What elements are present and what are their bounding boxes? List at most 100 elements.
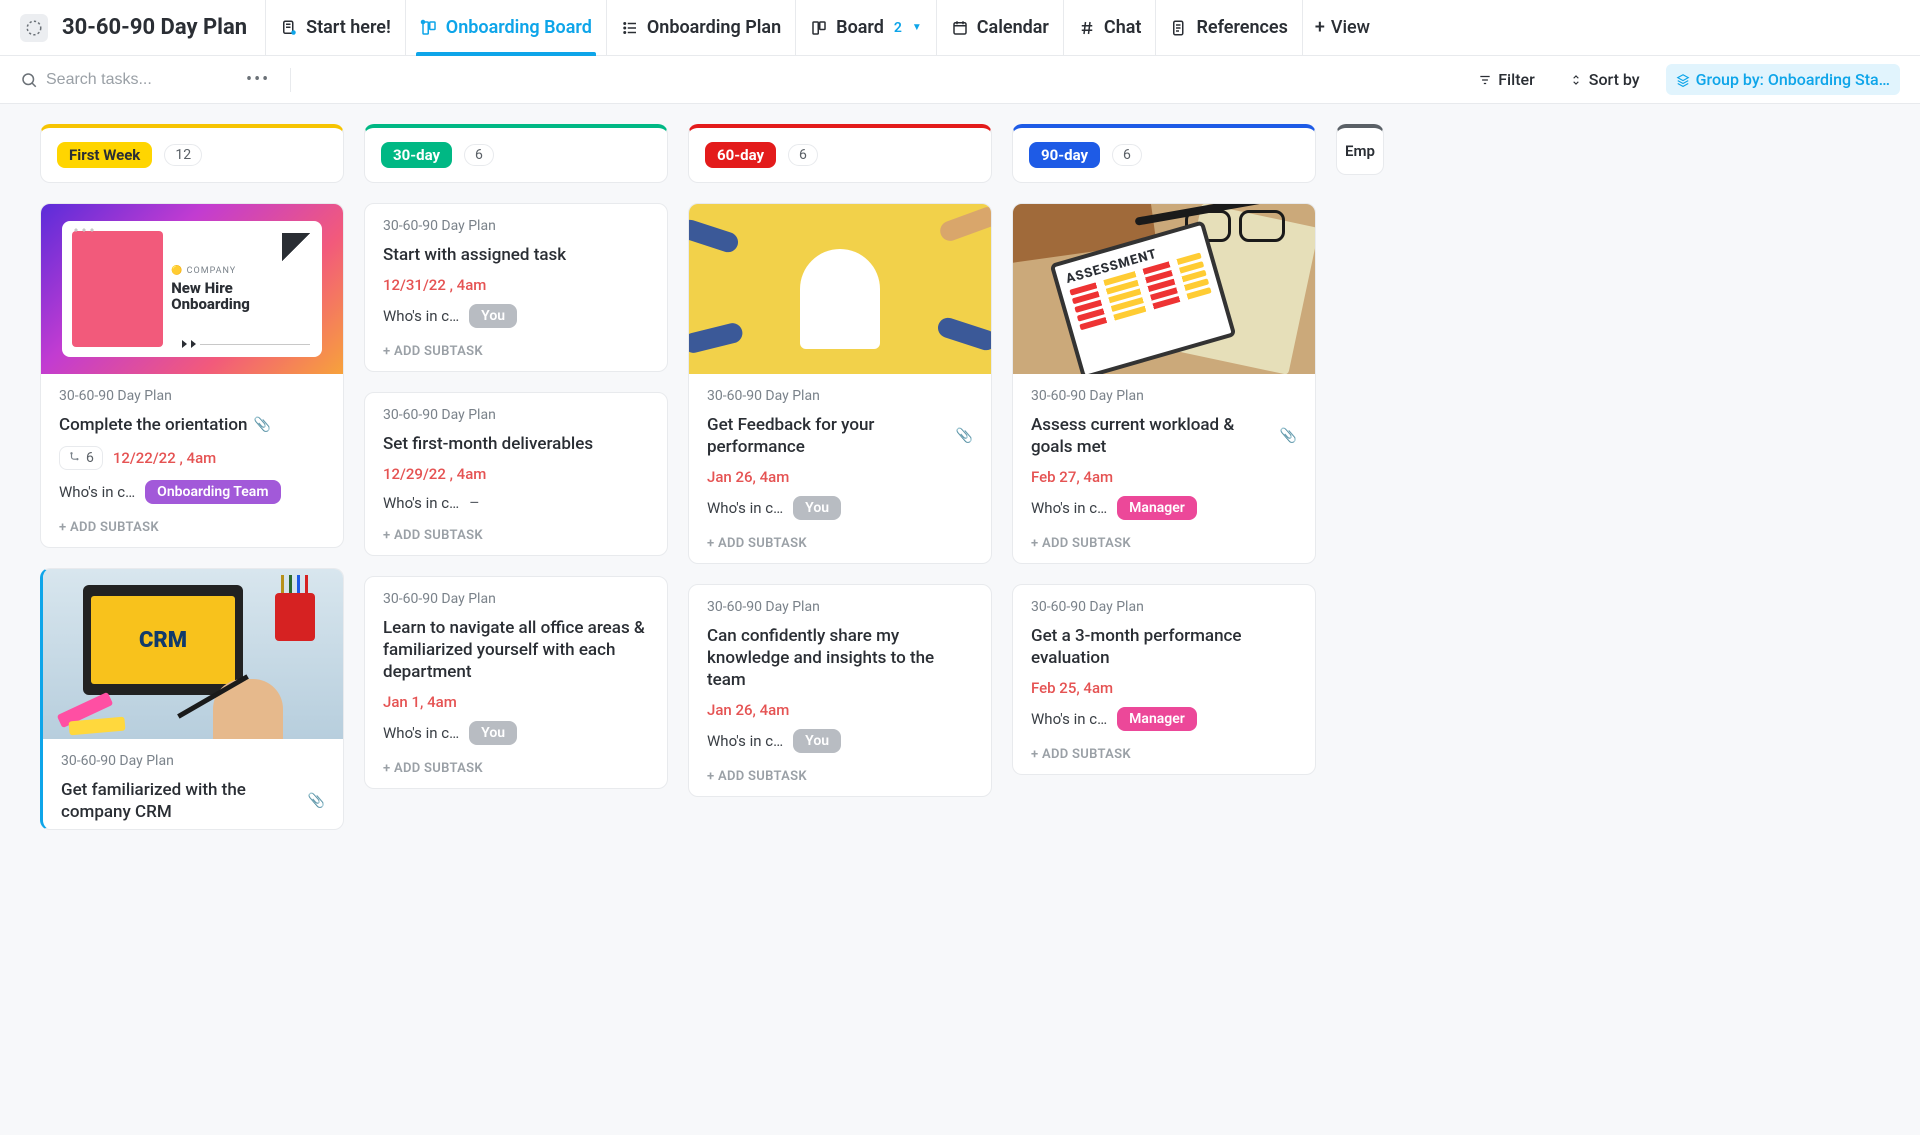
nav-tabs: Start here! Onboarding Board Onboarding … <box>265 0 1900 56</box>
stage-pill: 30-day <box>381 142 452 168</box>
tab-onboarding-board[interactable]: Onboarding Board <box>405 0 606 56</box>
task-card[interactable]: 30-60-90 Day Plan Get a 3-month performa… <box>1012 584 1316 775</box>
card-cover-image: ASSESSMENT <box>1013 204 1315 374</box>
sort-label: Sort by <box>1589 70 1640 89</box>
add-view-button[interactable]: + View <box>1302 0 1382 56</box>
task-card[interactable]: CRM 30-60-90 Day Plan Get familiarized w… <box>40 568 344 830</box>
sort-button[interactable]: Sort by <box>1561 66 1648 93</box>
group-icon <box>1676 73 1690 87</box>
card-title: Complete the orientation 📎 <box>59 414 325 436</box>
attachment-icon: 📎 <box>308 792 325 810</box>
who-label: Who's in c… <box>707 732 783 750</box>
hash-icon <box>1078 19 1096 37</box>
column-header[interactable]: 30-day 6 <box>364 124 668 183</box>
who-label: Who's in c… <box>1031 710 1107 728</box>
column-header[interactable]: 60-day 6 <box>688 124 992 183</box>
tab-badge: 2 <box>894 20 902 36</box>
count-chip: 12 <box>164 144 202 166</box>
card-date: Jan 26, 4am <box>707 468 973 486</box>
divider <box>290 68 291 92</box>
doc-icon <box>1170 19 1188 37</box>
cover-tag: 🟡 COMPANY <box>171 266 312 276</box>
cover-headline: New Hire Onboarding <box>171 280 312 313</box>
tab-start-here[interactable]: Start here! <box>265 0 405 56</box>
search-input[interactable] <box>46 71 226 89</box>
task-card[interactable]: 30-60-90 Day Plan Learn to navigate all … <box>364 576 668 789</box>
tab-label: Chat <box>1104 17 1142 38</box>
card-date: Jan 26, 4am <box>707 701 973 719</box>
stage-pill: 90-day <box>1029 142 1100 168</box>
assignee-badge: You <box>469 721 517 745</box>
filter-button[interactable]: Filter <box>1470 66 1543 93</box>
stage-pill: First Week <box>57 142 152 168</box>
tab-label: Board <box>836 17 884 38</box>
sort-icon <box>1569 73 1583 87</box>
add-subtask-button[interactable]: + ADD SUBTASK <box>365 334 667 371</box>
card-title: Can confidently share my knowledge and i… <box>707 625 973 691</box>
count-chip: 6 <box>1112 144 1142 166</box>
column-header[interactable]: 90-day 6 <box>1012 124 1316 183</box>
task-card[interactable]: 30-60-90 Day Plan Can confidently share … <box>688 584 992 797</box>
chevron-down-icon[interactable]: ▼ <box>912 22 922 33</box>
plus-icon: + <box>1315 17 1325 38</box>
board-area: First Week 12 🟡 COMPANY New Hire Onboard… <box>0 104 1920 850</box>
attachment-icon: 📎 <box>253 416 270 434</box>
add-view-label: View <box>1331 17 1370 38</box>
group-label: Group by: Onboarding Sta… <box>1696 70 1890 89</box>
add-subtask-button[interactable]: + ADD SUBTASK <box>365 518 667 555</box>
group-by-button[interactable]: Group by: Onboarding Sta… <box>1666 64 1900 95</box>
card-folder: 30-60-90 Day Plan <box>383 407 649 423</box>
card-folder: 30-60-90 Day Plan <box>1031 388 1297 404</box>
card-title: Assess current workload & goals met 📎 <box>1031 414 1297 458</box>
toolbar: ••• Filter Sort by Group by: Onboarding … <box>0 56 1920 104</box>
column-edge[interactable]: Emp <box>1336 124 1384 175</box>
board-pin-icon <box>420 19 438 37</box>
add-subtask-button[interactable]: + ADD SUBTASK <box>41 510 343 547</box>
card-folder: 30-60-90 Day Plan <box>707 599 973 615</box>
assignee-badge: You <box>793 729 841 753</box>
attachment-icon: 📎 <box>1280 427 1297 445</box>
header-bar: 30-60-90 Day Plan Start here! Onboarding… <box>0 0 1920 56</box>
tab-label: Start here! <box>306 17 391 38</box>
count-chip: 6 <box>788 144 818 166</box>
add-subtask-button[interactable]: + ADD SUBTASK <box>1013 737 1315 774</box>
board-icon <box>810 19 828 37</box>
card-cover-image: 🟡 COMPANY New Hire Onboarding <box>41 204 343 374</box>
card-title: Set first-month deliverables <box>383 433 649 455</box>
card-date: 12/29/22 , 4am <box>383 465 649 483</box>
add-subtask-button[interactable]: + ADD SUBTASK <box>689 759 991 796</box>
card-date: 12/31/22 , 4am <box>383 276 649 294</box>
card-date: Feb 25, 4am <box>1031 679 1297 697</box>
task-card[interactable]: 30-60-90 Day Plan Start with assigned ta… <box>364 203 668 372</box>
subtask-count[interactable]: 6 <box>59 446 103 470</box>
more-menu[interactable]: ••• <box>234 69 282 90</box>
task-card[interactable]: 30-60-90 Day Plan Get Feedback for your … <box>688 203 992 564</box>
column-header: Emp <box>1336 124 1384 175</box>
card-cover-image: CRM <box>43 569 343 739</box>
tab-references[interactable]: References <box>1155 0 1301 56</box>
column-first-week: First Week 12 🟡 COMPANY New Hire Onboard… <box>40 124 344 830</box>
card-folder: 30-60-90 Day Plan <box>383 591 649 607</box>
who-label: Who's in c… <box>707 499 783 517</box>
add-subtask-button[interactable]: + ADD SUBTASK <box>689 526 991 563</box>
task-card[interactable]: ASSESSMENT 30-60-90 Day Plan Assess curr… <box>1012 203 1316 564</box>
task-card[interactable]: 🟡 COMPANY New Hire Onboarding 30-60-90 D… <box>40 203 344 548</box>
tab-chat[interactable]: Chat <box>1063 0 1156 56</box>
card-title: Get a 3-month performance evaluation <box>1031 625 1297 669</box>
task-card[interactable]: 30-60-90 Day Plan Set first-month delive… <box>364 392 668 556</box>
assignee-badge: You <box>793 496 841 520</box>
filter-label: Filter <box>1498 70 1535 89</box>
column-60-day: 60-day 6 30-60-90 Day Plan Get Feedback … <box>688 124 992 797</box>
tab-board[interactable]: Board 2 ▼ <box>795 0 936 56</box>
who-label: Who's in c… <box>383 724 459 742</box>
tab-label: Onboarding Plan <box>647 17 781 38</box>
column-header[interactable]: First Week 12 <box>40 124 344 183</box>
column-90-day: 90-day 6 ASSESSMENT 30-60-90 Day Plan As… <box>1012 124 1316 775</box>
assignee-badge: Manager <box>1117 707 1197 731</box>
add-subtask-button[interactable]: + ADD SUBTASK <box>365 751 667 788</box>
tab-label: Onboarding Board <box>446 17 592 38</box>
calendar-icon <box>951 19 969 37</box>
tab-onboarding-plan[interactable]: Onboarding Plan <box>606 0 795 56</box>
add-subtask-button[interactable]: + ADD SUBTASK <box>1013 526 1315 563</box>
tab-calendar[interactable]: Calendar <box>936 0 1063 56</box>
